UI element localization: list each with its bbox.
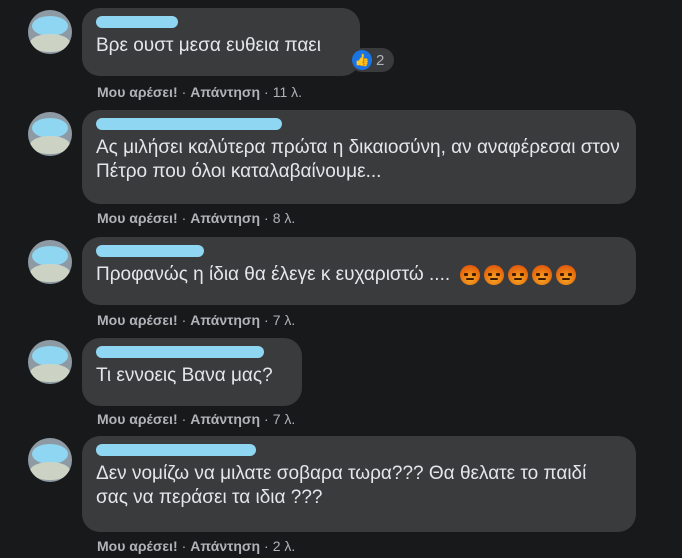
reply-link[interactable]: Απάντηση <box>190 84 260 100</box>
comment-timestamp[interactable]: 11 λ. <box>273 84 302 100</box>
angry-emoji-icon <box>460 265 481 285</box>
comment-timestamp[interactable]: 2 λ. <box>273 538 296 554</box>
avatar[interactable] <box>28 112 72 156</box>
like-link[interactable]: Μου αρέσει! <box>97 411 178 427</box>
comment-timestamp[interactable]: 7 λ. <box>273 312 296 328</box>
reaction-count: 2 <box>376 51 385 69</box>
reply-link[interactable]: Απάντηση <box>190 538 260 554</box>
like-icon: 👍 <box>352 50 372 70</box>
comment-text: Τι εννοεις Βανα μας? <box>96 365 273 386</box>
comment-author[interactable] <box>96 14 344 30</box>
comment-bubble: Βρε ουστ μεσα ευθεια παει <box>82 8 360 76</box>
comment-text: Ας μιλήσει καλύτερα πρώτα η δικαιοσύνη, … <box>96 137 620 182</box>
like-link[interactable]: Μου αρέσει! <box>97 312 178 328</box>
comment-author[interactable] <box>96 344 286 360</box>
avatar[interactable] <box>28 438 72 482</box>
reply-link[interactable]: Απάντηση <box>190 312 260 328</box>
comment-actions: Μου αρέσει! · Απάντηση · 8 λ. <box>97 210 296 226</box>
comment-bubble: Προφανώς η ίδια θα έλεγε κ ευχαριστώ ...… <box>82 237 636 305</box>
reply-link[interactable]: Απάντηση <box>190 411 260 427</box>
angry-emoji-icon <box>484 265 505 285</box>
angry-emoji-icon <box>532 265 553 285</box>
comment-actions: Μου αρέσει! · Απάντηση · 7 λ. <box>97 411 296 427</box>
comment-text: Δεν νομίζω να μιλατε σοβαρα τωρα??? Θα θ… <box>96 463 587 508</box>
like-link[interactable]: Μου αρέσει! <box>97 538 178 554</box>
comment-author[interactable] <box>96 442 620 458</box>
comment-bubble: Ας μιλήσει καλύτερα πρώτα η δικαιοσύνη, … <box>82 110 636 204</box>
reply-link[interactable]: Απάντηση <box>190 210 260 226</box>
comment-bubble: Τι εννοεις Βανα μας? <box>82 338 302 406</box>
emoji-row <box>460 265 577 285</box>
comment-text: Βρε ουστ μεσα ευθεια παει <box>96 35 322 56</box>
comment-timestamp[interactable]: 8 λ. <box>273 210 296 226</box>
comment-actions: Μου αρέσει! · Απάντηση · 11 λ. <box>97 84 303 100</box>
comment-bubble: Δεν νομίζω να μιλατε σοβαρα τωρα??? Θα θ… <box>82 436 636 532</box>
like-link[interactable]: Μου αρέσει! <box>97 210 178 226</box>
comment-actions: Μου αρέσει! · Απάντηση · 7 λ. <box>97 312 296 328</box>
comment-text: Προφανώς η ίδια θα έλεγε κ ευχαριστώ ...… <box>96 263 620 287</box>
avatar[interactable] <box>28 10 72 54</box>
comment-timestamp[interactable]: 7 λ. <box>273 411 296 427</box>
comment-author[interactable] <box>96 116 620 132</box>
comment-actions: Μου αρέσει! · Απάντηση · 2 λ. <box>97 538 296 554</box>
avatar[interactable] <box>28 340 72 384</box>
avatar[interactable] <box>28 240 72 284</box>
comment-author[interactable] <box>96 243 620 259</box>
angry-emoji-icon <box>508 265 529 285</box>
angry-emoji-icon <box>556 265 577 285</box>
like-link[interactable]: Μου αρέσει! <box>97 84 178 100</box>
reaction-badge[interactable]: 👍 2 <box>350 48 394 72</box>
